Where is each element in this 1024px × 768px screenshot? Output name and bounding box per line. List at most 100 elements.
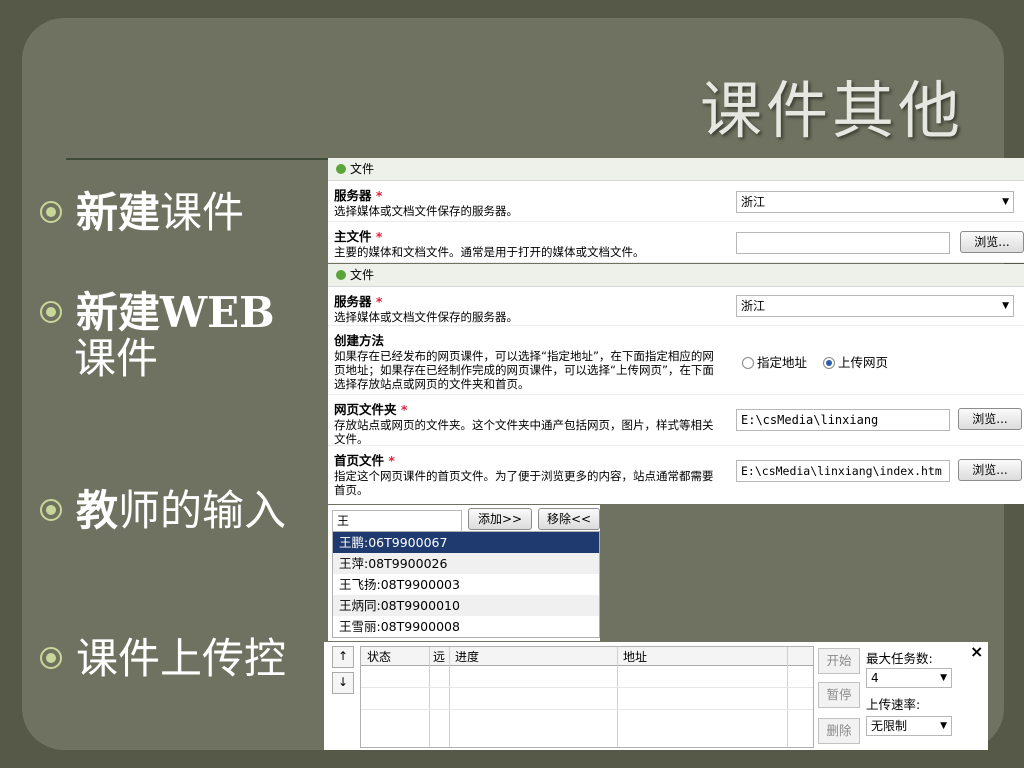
bullet-text: 课件上传控: [76, 634, 287, 683]
bullet-text: 课件: [160, 188, 245, 237]
file-form-panel: 文件 服务器 * 选择媒体或文档文件保存的服务器。 浙江 ▼ 主文件 * 主要的媒…: [328, 158, 1024, 263]
browse-button[interactable]: 浏览...: [958, 408, 1022, 430]
field-description: 存放站点或网页的文件夹。这个文件夹中通产包括网页，图片，样式等相关文件。: [334, 418, 714, 446]
field-description: 指定这个网页课件的首页文件。为了便于浏览更多的内容，站点通常都需要首页。: [334, 469, 714, 497]
radio-label: 上传网页: [837, 355, 888, 370]
bullet-icon: [40, 300, 62, 323]
main-file-input[interactable]: [736, 232, 950, 254]
bullet-text: 课件: [74, 334, 159, 383]
section-title: 文件: [350, 268, 375, 282]
title-divider: [66, 158, 356, 160]
dropdown-arrow-icon: ▼: [940, 721, 947, 731]
field-description: 选择媒体或文档文件保存的服务器。: [334, 204, 518, 218]
close-icon[interactable]: ×: [970, 642, 983, 661]
field-title: 服务器: [334, 294, 372, 309]
upload-control-panel: ↑ ↓ 状态 远 进度 地址 开始 暂停 删除 最大任务数: 4 ▼ 上传速率: …: [324, 642, 988, 750]
dropdown-arrow-icon: ▼: [1002, 301, 1009, 311]
field-description: 选择媒体或文档文件保存的服务器。: [334, 310, 518, 324]
radio-upload-web[interactable]: [822, 356, 835, 369]
bullet-icon: [40, 200, 62, 223]
grid-column-line: [787, 647, 788, 747]
required-mark: *: [375, 188, 383, 203]
radio-specify-address[interactable]: [742, 356, 754, 369]
server-label: 服务器 * 选择媒体或文档文件保存的服务器。: [334, 291, 724, 324]
create-method-row: 创建方法 如果存在已经发布的网页课件，可以选择“指定地址”，在下面指定相应的网页…: [328, 326, 1024, 395]
column-status[interactable]: 状态: [367, 648, 391, 665]
teacher-input-panel: 王 添加>> 移除<< 王鹏:06T9900067 王萍:08T9900026 …: [328, 505, 600, 641]
remove-button[interactable]: 移除<<: [538, 508, 600, 530]
file-section-header[interactable]: 文件: [328, 264, 1024, 287]
server-select[interactable]: 浙江 ▼: [736, 295, 1014, 317]
server-select-value: 浙江: [741, 195, 766, 209]
move-up-button[interactable]: ↑: [332, 646, 354, 668]
field-title: 创建方法: [334, 333, 385, 348]
bullet-new-web-courseware: 新建WEB 课件: [40, 290, 275, 382]
grid-column-line: [617, 647, 618, 747]
server-row: 服务器 * 选择媒体或文档文件保存的服务器。 浙江 ▼: [328, 287, 1024, 326]
max-tasks-label: 最大任务数:: [866, 651, 933, 666]
upload-rate-select[interactable]: 无限制 ▼: [866, 716, 952, 736]
required-mark: *: [375, 294, 383, 309]
list-item[interactable]: 王炳同:08T9900010: [333, 595, 599, 616]
bullet-text: 师的输入: [118, 486, 287, 535]
bullet-teacher-input: 教师的输入: [40, 488, 286, 534]
bullet-icon: [40, 646, 62, 669]
list-item[interactable]: 王鹏:06T9900067: [333, 532, 599, 553]
browse-button[interactable]: 浏览...: [960, 231, 1024, 253]
column-remote[interactable]: 远: [433, 648, 445, 665]
bullet-bold-text: 新建WEB: [76, 288, 275, 337]
pause-button[interactable]: 暂停: [818, 682, 860, 708]
start-button[interactable]: 开始: [818, 648, 860, 674]
bullet-icon: [40, 498, 62, 521]
required-mark: *: [388, 453, 395, 468]
slide-title: 课件其他: [699, 74, 964, 147]
web-folder-row: 网页文件夹 * 存放站点或网页的文件夹。这个文件夹中通产包括网页，图片，样式等相…: [328, 395, 1024, 446]
file-section-header[interactable]: 文件: [328, 158, 1024, 181]
column-progress[interactable]: 进度: [455, 648, 479, 665]
grid-column-line: [429, 647, 430, 747]
bullet-bold-text: 教: [76, 486, 119, 535]
list-item[interactable]: 王萍:08T9900026: [333, 553, 599, 574]
list-item[interactable]: 王飞扬:08T9900003: [333, 574, 599, 595]
add-button[interactable]: 添加>>: [468, 508, 532, 530]
required-mark: *: [400, 402, 408, 417]
field-title: 网页文件夹: [334, 402, 397, 417]
server-select-value: 浙江: [741, 299, 766, 313]
section-title: 文件: [350, 162, 375, 176]
dropdown-arrow-icon: ▼: [940, 673, 947, 683]
field-description: 如果存在已经发布的网页课件，可以选择“指定地址”，在下面指定相应的网页地址；如果…: [334, 349, 714, 391]
list-item[interactable]: 王雪丽:08T9900008: [333, 616, 599, 637]
bullet-upload-control: 课件上传控: [40, 636, 286, 682]
dropdown-arrow-icon: ▼: [1002, 197, 1009, 207]
grid-row-line: [361, 709, 813, 710]
server-select[interactable]: 浙江 ▼: [736, 191, 1014, 213]
grid-row-line: [361, 687, 813, 688]
bullet-bold-text: 新建: [76, 188, 161, 237]
move-down-button[interactable]: ↓: [332, 672, 354, 694]
radio-label: 指定地址: [757, 355, 808, 370]
teacher-search-input[interactable]: 王: [332, 510, 462, 532]
check-circle-icon: [336, 269, 346, 280]
delete-button[interactable]: 删除: [818, 718, 860, 744]
web-folder-input[interactable]: E:\csMedia\linxiang: [736, 409, 950, 431]
required-mark: *: [375, 229, 383, 244]
column-address[interactable]: 地址: [623, 648, 647, 665]
main-file-label: 主文件 * 主要的媒体和文档文件。通常是用于打开的媒体或文档文件。: [334, 226, 724, 259]
browse-button[interactable]: 浏览...: [958, 459, 1022, 481]
server-row: 服务器 * 选择媒体或文档文件保存的服务器。 浙江 ▼: [328, 181, 1024, 222]
max-tasks-value: 4: [871, 671, 879, 685]
home-file-input[interactable]: E:\csMedia\linxiang\index.htm: [736, 460, 950, 482]
field-description: 主要的媒体和文档文件。通常是用于打开的媒体或文档文件。: [334, 245, 645, 259]
server-label: 服务器 * 选择媒体或文档文件保存的服务器。: [334, 185, 724, 218]
create-method-label: 创建方法 如果存在已经发布的网页课件，可以选择“指定地址”，在下面指定相应的网页…: [334, 330, 724, 391]
check-circle-icon: [336, 163, 346, 174]
create-method-options: 指定地址 上传网页: [742, 352, 888, 371]
upload-rate-value: 无限制: [871, 719, 908, 733]
home-file-row: 首页文件 * 指定这个网页课件的首页文件。为了便于浏览更多的内容，站点通常都需要…: [328, 446, 1024, 504]
main-file-row: 主文件 * 主要的媒体和文档文件。通常是用于打开的媒体或文档文件。 浏览...: [328, 222, 1024, 263]
field-title: 服务器: [334, 188, 372, 203]
field-title: 主文件: [334, 229, 372, 244]
max-tasks-select[interactable]: 4 ▼: [866, 668, 952, 688]
grid-column-line: [449, 647, 450, 747]
bullet-new-courseware: 新建课件: [40, 190, 244, 236]
